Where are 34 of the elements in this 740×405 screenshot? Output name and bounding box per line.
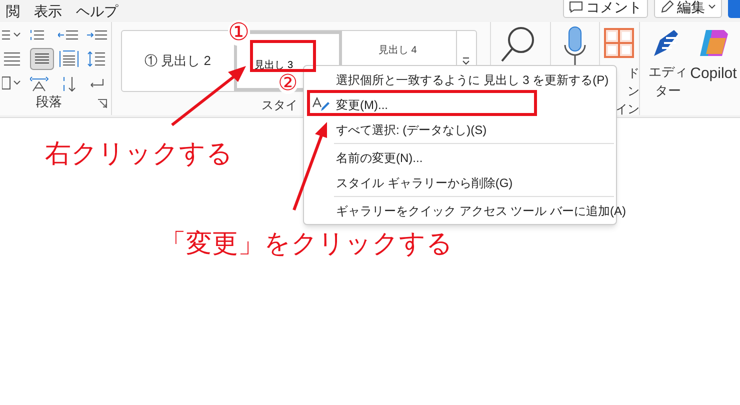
increase-indent-icon[interactable]	[86, 28, 109, 42]
search-icon[interactable]	[500, 26, 536, 64]
microphone-icon[interactable]	[562, 26, 587, 66]
addin-label: ン	[627, 83, 640, 100]
menu-item[interactable]: ギャラリーをクイック アクセス ツール バーに追加(A)	[336, 202, 626, 218]
chevron-icon	[708, 4, 716, 10]
style-edit-icon	[312, 97, 330, 112]
menu-item[interactable]: 変更(M)...	[312, 96, 388, 112]
editor-label: ター	[654, 82, 681, 100]
more-icon	[462, 57, 470, 65]
pencil-icon	[660, 0, 674, 14]
editor-label: エディ	[648, 63, 688, 81]
addin-label: ド	[627, 65, 640, 82]
decrease-indent-icon[interactable]	[58, 28, 80, 42]
copilot-label: Copilot	[690, 64, 737, 84]
highlight-frame	[250, 40, 316, 72]
edit-button[interactable]: 編集	[654, 0, 722, 18]
group-label: 段落	[36, 92, 62, 110]
comment-icon	[569, 1, 583, 13]
group-label: スタイ	[262, 97, 298, 114]
dialog-launcher-icon[interactable]	[98, 99, 107, 108]
menu-item[interactable]: スタイル ギャラリーから削除(G)	[336, 174, 513, 190]
justify-icon[interactable]	[30, 48, 54, 70]
distribute-icon[interactable]	[58, 48, 80, 70]
ribbon-tab[interactable]: ヘルプ	[76, 0, 118, 22]
comment-button[interactable]: コメント	[563, 0, 648, 18]
menu-item[interactable]: 名前の変更(N)...	[336, 150, 423, 166]
menu-item[interactable]: すべて選択: (データなし)(S)	[336, 122, 487, 138]
callout-text: 右クリックする	[45, 137, 233, 170]
ribbon-tab[interactable]: 閲	[6, 0, 20, 22]
grid-icon[interactable]	[604, 28, 634, 58]
callout-text: 「変更」をクリックする	[160, 227, 453, 260]
addin-label: イン	[615, 101, 640, 118]
ribbon-tab[interactable]: 表示	[34, 0, 62, 22]
